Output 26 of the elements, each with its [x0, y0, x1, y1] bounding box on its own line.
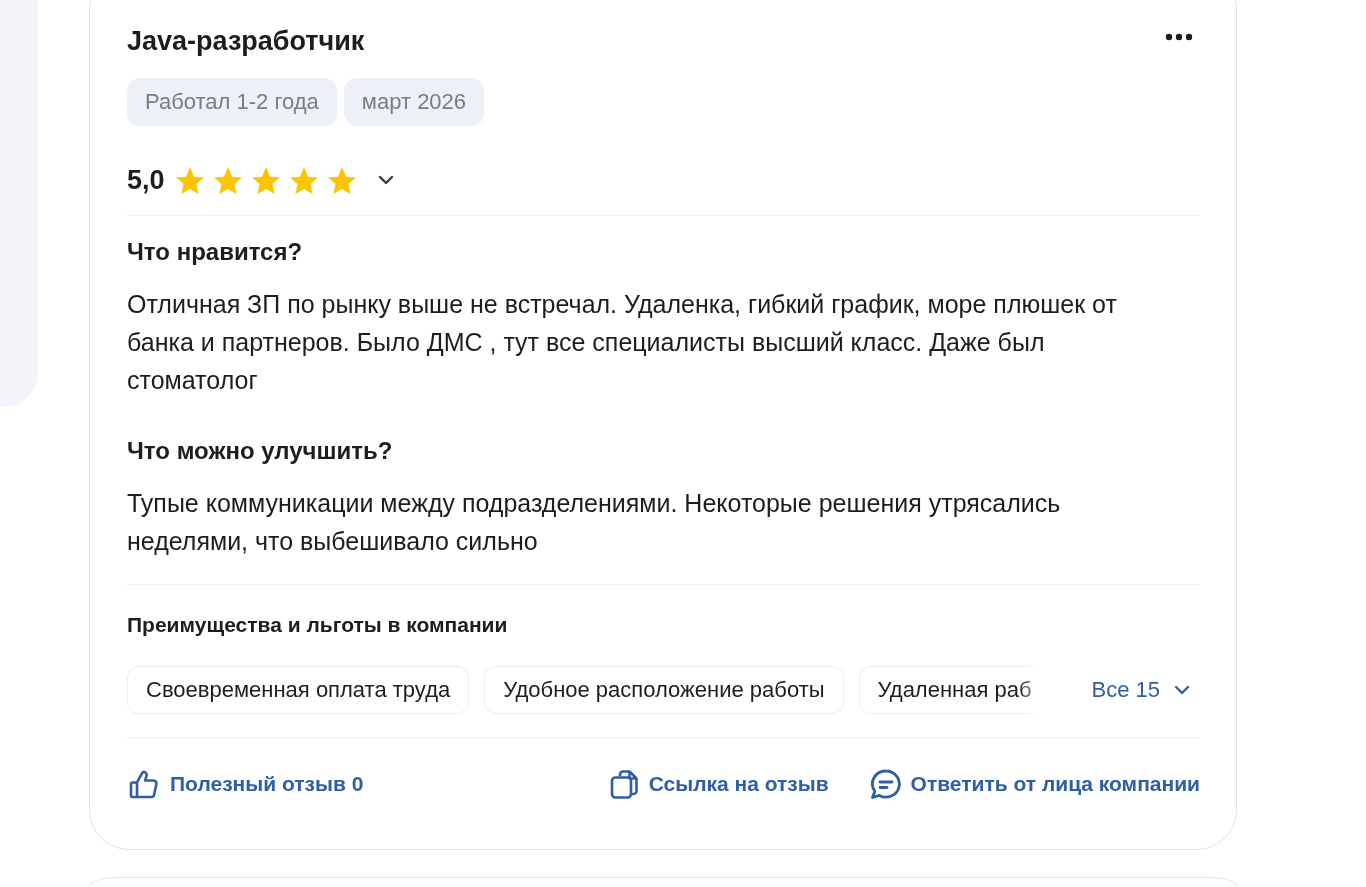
review-title: Java-разработчик [127, 25, 365, 57]
review-text: Тупые коммуникации между подразделениями. Некоторые решения утрясались неделями, что выбешивало сильно [127, 488, 1062, 557]
review-tag: март 2026 [343, 78, 485, 126]
show-all-button[interactable]: Все 15 [1091, 676, 1190, 704]
more-icon[interactable] [1165, 33, 1193, 41]
benefit-chip: Своевременная оплата труда [127, 666, 470, 714]
section-heading: Что нравится? [127, 238, 304, 266]
star-icon [327, 166, 356, 194]
helpful-button[interactable]: Полезный отзыв 0 [129, 769, 364, 799]
star-icon [251, 166, 280, 194]
section-heading: Что можно улучшить? [127, 437, 394, 465]
chevron-icon[interactable] [377, 175, 394, 185]
copy-link-button[interactable]: Ссылка на отзыв [609, 769, 829, 799]
documents-icon [609, 769, 638, 799]
thumbs-up-icon [129, 769, 159, 799]
reply-button[interactable]: Ответить от лица компании [869, 769, 1200, 799]
star-icon [175, 166, 204, 194]
speech-bubble-icon [869, 769, 901, 799]
review-tag: Работал 1-2 года [127, 78, 337, 126]
benefit-chip: Удобное расположение работы [484, 666, 844, 714]
benefits-heading: Преимущества и льготы в компании [127, 613, 509, 637]
rating-value: 5,0 [127, 164, 165, 196]
star-icon [289, 166, 318, 194]
review-text: Отличная ЗП по рынку выше не встречал. Удаленка, гибкий график, море плюшек от банка и партнеров. Было ДМС , тут все специалисты высший класс. Даже был стоматолог [127, 289, 1118, 396]
star-icon [213, 166, 242, 194]
benefit-chip: Удаленная раб [858, 666, 1036, 714]
